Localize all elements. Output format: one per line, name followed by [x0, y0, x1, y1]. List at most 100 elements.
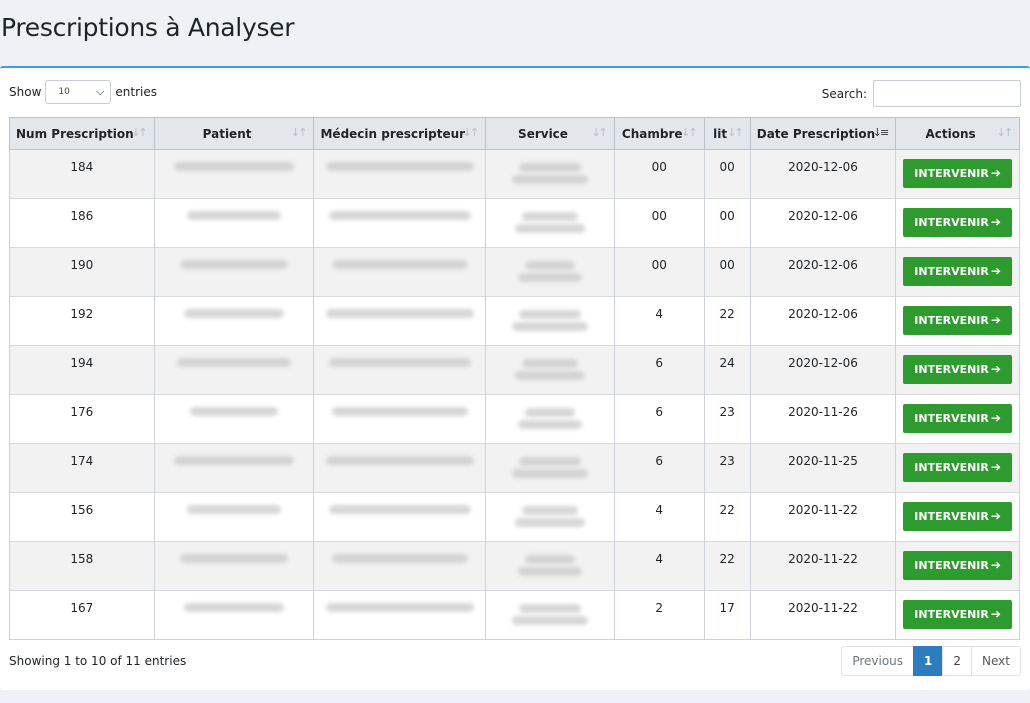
- table-info: Showing 1 to 10 of 11 entries: [9, 654, 187, 668]
- show-label: Show: [9, 85, 42, 99]
- patient-cell: [153, 247, 315, 297]
- intervenir-label: INTERVENIR: [914, 167, 989, 180]
- prescriptions-card: Show 10 ⌵ entries Search: Num Prescripti…: [0, 66, 1030, 690]
- redacted-text: [190, 407, 279, 416]
- table-row: 192 4 22 2020-12-06 INTERVENIR ➔: [9, 296, 1020, 346]
- num-prescription-cell: 190: [9, 247, 155, 297]
- intervenir-label: INTERVENIR: [914, 265, 989, 278]
- intervenir-button[interactable]: INTERVENIR ➔: [903, 208, 1012, 237]
- num-prescription-cell: 186: [9, 198, 155, 248]
- num-prescription-cell: 194: [9, 345, 155, 395]
- intervenir-label: INTERVENIR: [914, 363, 989, 376]
- intervenir-button[interactable]: INTERVENIR ➔: [903, 453, 1012, 482]
- intervenir-button[interactable]: INTERVENIR ➔: [903, 551, 1012, 580]
- medecin-cell: [313, 247, 487, 297]
- redacted-text: [328, 211, 471, 220]
- actions-cell: INTERVENIR ➔: [895, 492, 1020, 542]
- redacted-text: [522, 506, 578, 515]
- column-header-chambre[interactable]: Chambre ↓↑: [613, 117, 705, 150]
- redacted-text: [328, 505, 471, 514]
- lit-cell: 22: [703, 296, 751, 346]
- redacted-text: [184, 309, 285, 318]
- page-2-button[interactable]: 2: [942, 646, 973, 676]
- previous-page-button[interactable]: Previous: [841, 646, 915, 676]
- lit-cell: 22: [703, 541, 751, 591]
- service-cell: [485, 296, 615, 346]
- intervenir-button[interactable]: INTERVENIR ➔: [903, 502, 1012, 531]
- lit-cell: 23: [703, 394, 751, 444]
- medecin-cell: [313, 149, 487, 199]
- redacted-text: [522, 359, 578, 368]
- entries-select[interactable]: 10 ⌵: [45, 80, 112, 104]
- actions-cell: INTERVENIR ➔: [895, 345, 1020, 395]
- redacted-text: [325, 456, 474, 465]
- lit-cell: 00: [703, 247, 751, 297]
- redacted-text: [519, 457, 581, 466]
- column-header-actions[interactable]: Actions ↓↑: [895, 117, 1020, 150]
- chambre-cell: 4: [613, 492, 705, 542]
- redacted-text: [522, 212, 578, 221]
- column-header-num-prescription[interactable]: Num Prescription ↓↑: [9, 117, 155, 150]
- num-prescription-cell: 176: [9, 394, 155, 444]
- arrow-right-icon: ➔: [990, 264, 1001, 278]
- sort-arrows-icon: ↓↑: [462, 126, 480, 139]
- intervenir-label: INTERVENIR: [914, 412, 989, 425]
- actions-cell: INTERVENIR ➔: [895, 443, 1020, 493]
- arrow-right-icon: ➔: [990, 166, 1001, 180]
- actions-cell: INTERVENIR ➔: [895, 394, 1020, 444]
- search-input[interactable]: [873, 80, 1021, 107]
- actions-cell: INTERVENIR ➔: [895, 541, 1020, 591]
- page-1-button[interactable]: 1: [913, 646, 944, 676]
- column-header-label: Num Prescription: [16, 126, 134, 141]
- lit-cell: 24: [703, 345, 751, 395]
- column-header-service[interactable]: Service ↓↑: [485, 117, 615, 150]
- redacted-text: [512, 616, 588, 625]
- intervenir-button[interactable]: INTERVENIR ➔: [903, 600, 1012, 629]
- search-control: Search:: [822, 80, 1021, 107]
- redacted-text: [512, 175, 588, 184]
- actions-cell: INTERVENIR ➔: [895, 149, 1020, 199]
- intervenir-button[interactable]: INTERVENIR ➔: [903, 159, 1012, 188]
- redacted-text: [515, 371, 585, 380]
- table-controls: Show 10 ⌵ entries Search:: [9, 80, 1021, 108]
- num-prescription-cell: 158: [9, 541, 155, 591]
- table-row: 174 6 23 2020-11-25 INTERVENIR ➔: [9, 443, 1020, 493]
- redacted-text: [525, 261, 575, 270]
- column-header-date-prescription[interactable]: Date Prescription ↓≡: [749, 117, 897, 150]
- column-header-lit[interactable]: lit ↓↑: [703, 117, 751, 150]
- entries-label: entries: [115, 85, 157, 99]
- chambre-cell: 2: [613, 590, 705, 640]
- medecin-cell: [313, 198, 487, 248]
- intervenir-button[interactable]: INTERVENIR ➔: [903, 404, 1012, 433]
- redacted-text: [325, 162, 474, 171]
- column-header-label: Patient: [202, 126, 252, 141]
- table-row: 184 00 00 2020-12-06 INTERVENIR ➔: [9, 149, 1020, 199]
- date-prescription-cell: 2020-12-06: [749, 247, 897, 297]
- sort-arrows-icon: ↓↑: [681, 126, 698, 139]
- column-header-medecin-prescripteur[interactable]: Médecin prescripteur ↓↑: [313, 117, 487, 150]
- redacted-text: [519, 310, 581, 319]
- column-header-label: Chambre: [621, 126, 683, 141]
- date-prescription-cell: 2020-11-26: [749, 394, 897, 444]
- redacted-text: [518, 567, 582, 576]
- chambre-cell: 00: [613, 149, 705, 199]
- medecin-cell: [313, 541, 487, 591]
- service-cell: [485, 394, 615, 444]
- intervenir-label: INTERVENIR: [914, 314, 989, 327]
- redacted-text: [325, 603, 474, 612]
- column-header-patient[interactable]: Patient ↓↑: [153, 117, 315, 150]
- arrow-right-icon: ➔: [990, 411, 1001, 425]
- patient-cell: [153, 541, 315, 591]
- intervenir-button[interactable]: INTERVENIR ➔: [903, 306, 1012, 335]
- intervenir-label: INTERVENIR: [914, 608, 989, 621]
- medecin-cell: [313, 394, 487, 444]
- column-header-label: Date Prescription: [756, 126, 876, 141]
- redacted-text: [325, 309, 474, 318]
- intervenir-button[interactable]: INTERVENIR ➔: [903, 355, 1012, 384]
- next-page-button[interactable]: Next: [971, 646, 1021, 676]
- redacted-text: [519, 604, 581, 613]
- redacted-text: [328, 358, 471, 367]
- redacted-text: [331, 260, 468, 269]
- intervenir-button[interactable]: INTERVENIR ➔: [903, 257, 1012, 286]
- table-row: 158 4 22 2020-11-22 INTERVENIR ➔: [9, 541, 1020, 591]
